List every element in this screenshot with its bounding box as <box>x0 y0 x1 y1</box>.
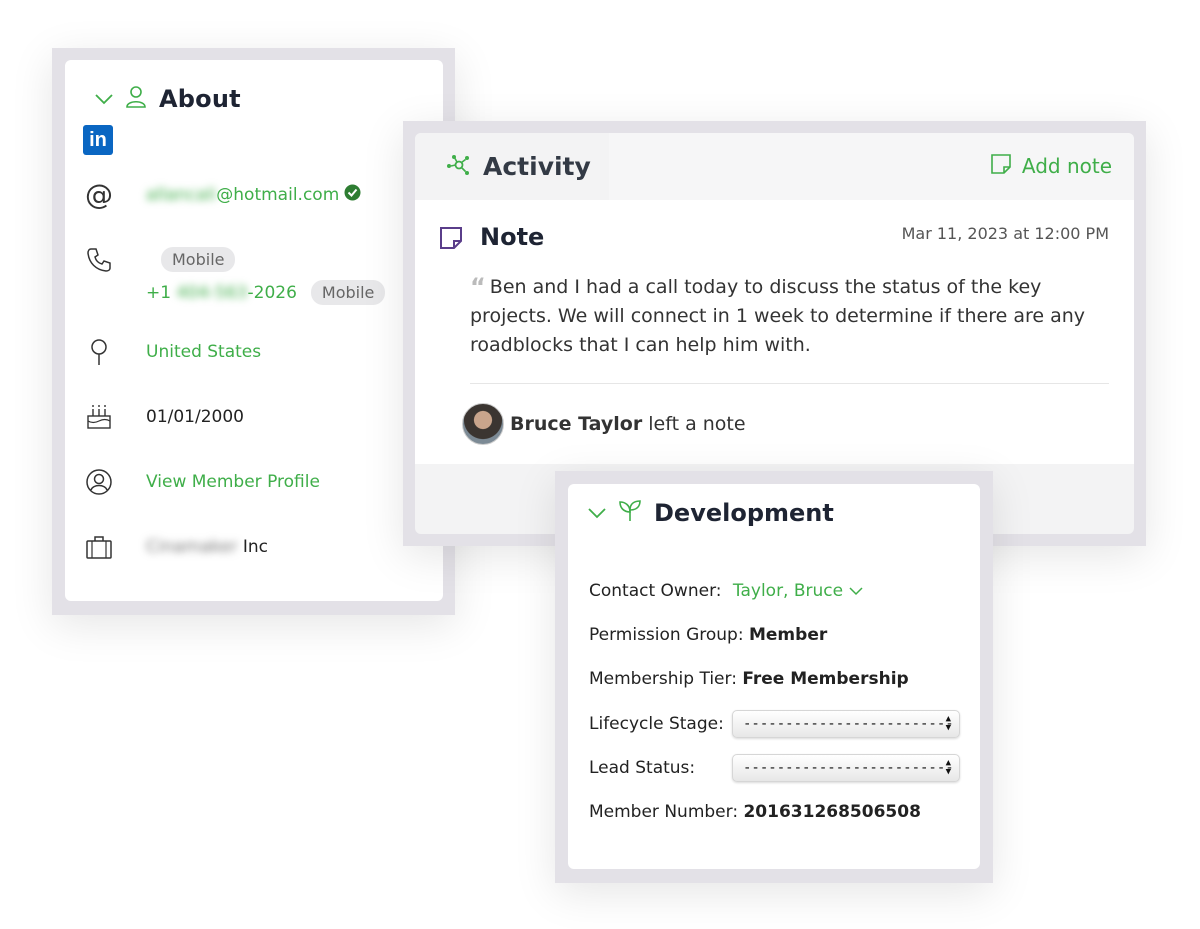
quote-icon: “ <box>470 273 486 301</box>
contact-owner-label: Contact Owner: <box>589 581 722 601</box>
activity-toolbar: Add note <box>609 133 1134 200</box>
add-note-button[interactable]: Add note <box>990 153 1112 179</box>
author-name[interactable]: Bruce Taylor <box>510 413 642 435</box>
sticky-note-icon <box>990 153 1012 179</box>
chevron-down-icon <box>848 581 863 601</box>
lifecycle-stage-value: -------------------------------- <box>743 716 954 732</box>
member-number-row: Member Number: 201631268506508 <box>589 802 921 822</box>
linkedin-icon[interactable]: in <box>83 125 113 155</box>
contact-owner-dropdown[interactable]: Taylor, Bruce <box>733 581 863 601</box>
development-header[interactable]: Development <box>588 499 834 527</box>
lifecycle-stage-label: Lifecycle Stage: <box>589 714 724 734</box>
phone-label-1: Mobile <box>161 247 236 272</box>
at-sign-icon: @ <box>85 177 113 211</box>
sprout-icon <box>618 500 642 526</box>
note-date: Mar 11, 2023 at 12:00 PM <box>901 224 1109 243</box>
phone-number[interactable]: +1 404-563 -2026 Mobile <box>146 280 386 305</box>
tab-activity[interactable]: Activity <box>415 133 609 200</box>
note-text-block: “Ben and I had a call today to discuss t… <box>470 273 1110 360</box>
note-icon <box>439 226 463 254</box>
member-number-label: Member Number: <box>589 802 739 822</box>
birthday-cake-icon <box>85 402 113 430</box>
lead-status-select[interactable]: -------------------------------- ▲▼ <box>732 754 960 782</box>
membership-tier-row: Membership Tier: Free Membership <box>589 669 909 689</box>
add-note-label: Add note <box>1021 154 1112 178</box>
about-header[interactable]: About <box>95 85 241 113</box>
permission-group-label: Permission Group: <box>589 625 744 645</box>
chevron-down-icon[interactable] <box>95 90 113 109</box>
membership-tier-label: Membership Tier: <box>589 669 737 689</box>
email-domain: @hotmail.com <box>216 185 340 205</box>
briefcase-icon <box>85 533 113 561</box>
avatar[interactable] <box>462 403 504 445</box>
about-card: About in @ allancali @hotmail.com Mobile … <box>65 60 443 601</box>
map-pin-icon <box>85 338 113 366</box>
membership-tier-value: Free Membership <box>742 669 909 689</box>
note-author: Bruce Taylor left a note <box>462 403 746 445</box>
author-action: left a note <box>648 413 746 435</box>
birthday: 01/01/2000 <box>146 407 244 427</box>
country[interactable]: United States <box>146 342 261 362</box>
member-number-value: 201631268506508 <box>743 802 921 822</box>
view-member-profile-link[interactable]: View Member Profile <box>146 472 320 492</box>
development-panel-frame: Development Contact Owner: Taylor, Bruce… <box>555 471 993 883</box>
user-circle-icon <box>85 468 113 496</box>
email-user: allancali <box>146 185 217 205</box>
about-title: About <box>159 85 241 113</box>
development-title: Development <box>654 499 834 527</box>
activity-network-icon <box>445 154 473 180</box>
contact-owner-row: Contact Owner: Taylor, Bruce <box>589 581 863 601</box>
note-title: Note <box>480 223 545 251</box>
phone-icon <box>85 246 113 274</box>
company[interactable]: Cinamaker Inc <box>146 537 268 557</box>
person-icon <box>125 85 147 113</box>
permission-group-row: Permission Group: Member <box>589 625 827 645</box>
activity-title: Activity <box>483 152 591 181</box>
note-entry: Note Mar 11, 2023 at 12:00 PM “Ben and I… <box>415 200 1134 464</box>
contact-owner-value: Taylor, Bruce <box>732 581 844 601</box>
divider <box>470 383 1109 384</box>
development-card: Development Contact Owner: Taylor, Bruce… <box>568 484 980 869</box>
permission-group-value: Member <box>748 625 828 645</box>
lifecycle-stage-select[interactable]: -------------------------------- ▲▼ <box>732 710 960 738</box>
email-row[interactable]: allancali @hotmail.com <box>146 184 361 206</box>
select-arrows-icon: ▲ ▼ <box>945 714 951 733</box>
chevron-down-icon[interactable] <box>588 504 606 523</box>
about-panel-frame: About in @ allancali @hotmail.com Mobile … <box>52 48 455 615</box>
lead-status-value: -------------------------------- <box>743 760 954 776</box>
lead-status-label: Lead Status: <box>589 758 696 778</box>
note-text: Ben and I had a call today to discuss th… <box>470 276 1086 356</box>
phone-label-2: Mobile <box>310 280 386 305</box>
verified-check-icon <box>344 184 361 206</box>
select-arrows-icon: ▲ ▼ <box>945 758 951 777</box>
